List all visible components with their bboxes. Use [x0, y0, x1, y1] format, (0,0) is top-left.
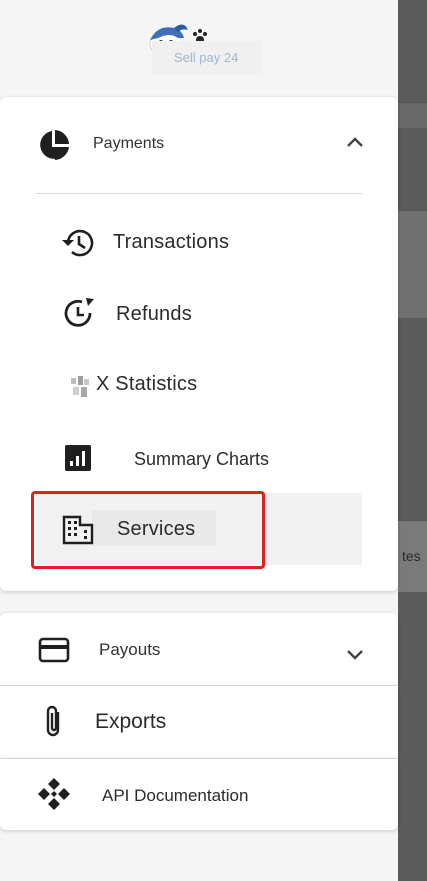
exports-label: Exports: [95, 710, 167, 733]
pie-chart-icon: [38, 129, 70, 161]
refund-clock-icon: [62, 296, 96, 330]
navigation-drawer: Sell pay 24 Payments Transactions Refund…: [0, 0, 398, 881]
background-row: [397, 102, 427, 128]
payments-header[interactable]: Payments: [0, 97, 398, 193]
payments-label: Payments: [93, 135, 165, 152]
menu-item-label: Refunds: [116, 303, 192, 325]
overlay-scrim[interactable]: [397, 0, 427, 881]
statistics-icon: [68, 373, 92, 401]
api-diamond-icon: [37, 777, 71, 811]
menu-item-transactions[interactable]: Transactions: [0, 209, 398, 277]
chevron-up-icon[interactable]: [344, 131, 366, 153]
payouts-label: Payouts: [99, 640, 161, 659]
logo-area: Sell pay 24: [0, 0, 398, 95]
menu-item-summary-charts[interactable]: Summary Charts: [0, 425, 398, 493]
background-row: [397, 210, 427, 318]
logo-text: Sell pay 24: [152, 41, 262, 75]
divider: [36, 193, 362, 194]
menu-item-label: Transactions: [113, 231, 230, 253]
menu-item-label: X Statistics: [96, 373, 198, 395]
payouts-section[interactable]: Payouts: [0, 613, 398, 685]
bar-chart-icon: [64, 444, 92, 472]
history-icon: [60, 227, 94, 259]
chevron-down-icon[interactable]: [344, 645, 366, 665]
menu-item-statistics[interactable]: X Statistics: [0, 353, 398, 421]
highlight-annotation: [31, 491, 265, 569]
menu-item-label: Summary Charts: [134, 449, 270, 469]
credit-card-icon: [38, 637, 70, 663]
menu-item-refunds[interactable]: Refunds: [0, 281, 398, 349]
paperclip-icon: [44, 704, 64, 740]
menu-item-api-documentation[interactable]: API Documentation: [0, 759, 398, 830]
background-partial-text: tes: [402, 548, 421, 564]
menu-item-exports[interactable]: Exports: [0, 686, 398, 758]
api-documentation-label: API Documentation: [102, 786, 249, 805]
